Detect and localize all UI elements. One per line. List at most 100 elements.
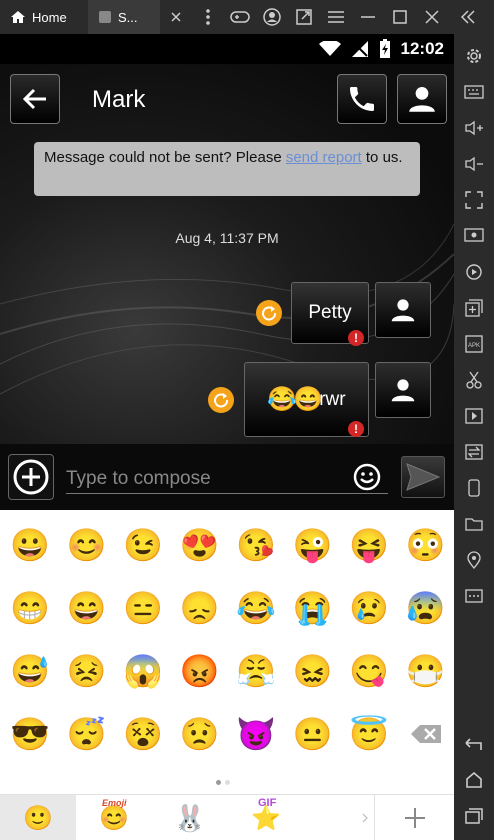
- emoji-toggle-button[interactable]: [352, 462, 382, 492]
- emoji-pack-label: Emoji: [102, 798, 127, 808]
- emoji-key[interactable]: 😍: [179, 524, 221, 566]
- tab-label-home: Home: [32, 9, 67, 25]
- screenshot-button[interactable]: [288, 0, 320, 34]
- emoji-key[interactable]: 😴: [66, 713, 108, 755]
- retry-send-button[interactable]: [208, 387, 234, 413]
- minimize-button[interactable]: [352, 0, 384, 34]
- contact-name: Mark: [92, 86, 146, 113]
- fullscreen-button[interactable]: [454, 182, 494, 218]
- menu-button[interactable]: [320, 0, 352, 34]
- home-nav-button[interactable]: [454, 762, 494, 798]
- emoji-pack-tab[interactable]: 😊 Emoji: [76, 795, 152, 840]
- sticker-tab[interactable]: 🐰: [152, 795, 228, 840]
- gif-tab[interactable]: ⭐ GIF: [228, 795, 304, 840]
- emoji-key[interactable]: 😈: [235, 713, 277, 755]
- emoji-glyph: 😁: [10, 590, 50, 626]
- volume-down-button[interactable]: [454, 146, 494, 182]
- cut-button[interactable]: [454, 362, 494, 398]
- emoji-key[interactable]: 😖: [292, 650, 334, 692]
- close-window-button[interactable]: [416, 0, 448, 34]
- emulator-tab-app[interactable]: S...: [88, 0, 160, 34]
- send-button[interactable]: [401, 456, 445, 498]
- emoji-key[interactable]: 😵: [122, 713, 164, 755]
- add-emoji-pack-button[interactable]: [374, 795, 454, 840]
- status-bar: 12:02: [0, 34, 454, 64]
- emoji-key[interactable]: 😰: [405, 587, 447, 629]
- emoji-key[interactable]: 😀: [9, 524, 51, 566]
- emoji-key[interactable]: 😅: [9, 650, 51, 692]
- sender-avatar[interactable]: [375, 362, 431, 418]
- replay-icon: [466, 264, 482, 280]
- retry-send-button[interactable]: [256, 300, 282, 326]
- emoji-key[interactable]: 😄: [66, 587, 108, 629]
- home-nav-icon: [466, 772, 482, 788]
- collapse-sidebar-button[interactable]: [452, 0, 484, 34]
- sync-button[interactable]: [454, 434, 494, 470]
- emulator-tab-home[interactable]: Home: [0, 0, 88, 34]
- emoji-key[interactable]: 😋: [348, 650, 390, 692]
- emoji-key[interactable]: 😱: [122, 650, 164, 692]
- recents-button[interactable]: [454, 798, 494, 834]
- conversation-header: Mark: [0, 64, 454, 134]
- tab-label-app: S...: [118, 9, 138, 25]
- gamepad-button[interactable]: [224, 0, 256, 34]
- screen-record-icon: [464, 228, 484, 242]
- maximize-button[interactable]: [384, 0, 416, 34]
- emoji-key[interactable]: 😊: [66, 524, 108, 566]
- emoji-key[interactable]: 😡: [179, 650, 221, 692]
- emoji-key[interactable]: 😜: [292, 524, 334, 566]
- install-apk-button[interactable]: APK: [454, 326, 494, 362]
- record-button[interactable]: [454, 218, 494, 254]
- sender-avatar[interactable]: [375, 282, 431, 338]
- emoji-key[interactable]: 😁: [9, 587, 51, 629]
- send-failed-badge: !: [348, 421, 364, 437]
- emoji-key[interactable]: 😉: [122, 524, 164, 566]
- emoji-key[interactable]: 😇: [348, 713, 390, 755]
- folder-button[interactable]: [454, 506, 494, 542]
- emoji-key[interactable]: 😷: [405, 650, 447, 692]
- replay-button[interactable]: [454, 254, 494, 290]
- smiley-tab-icon: 🙂: [23, 804, 53, 832]
- back-button[interactable]: [10, 74, 60, 124]
- emoji-key[interactable]: 😐: [292, 713, 334, 755]
- emoji-key[interactable]: 😎: [9, 713, 51, 755]
- more-menu-button[interactable]: [192, 0, 224, 34]
- more-tools-button[interactable]: [454, 578, 494, 614]
- smiley-tab[interactable]: 🙂: [0, 795, 76, 840]
- location-button[interactable]: [454, 542, 494, 578]
- emoji-key[interactable]: 😂: [235, 587, 277, 629]
- emoji-key[interactable]: 😭: [292, 587, 334, 629]
- emoji-key[interactable]: 😣: [66, 650, 108, 692]
- emoji-key[interactable]: 😝: [348, 524, 390, 566]
- emoji-key[interactable]: 😞: [179, 587, 221, 629]
- emoji-key[interactable]: 😟: [179, 713, 221, 755]
- call-button[interactable]: [337, 74, 387, 124]
- attach-button[interactable]: [8, 454, 54, 500]
- close-tab-button[interactable]: [160, 0, 192, 34]
- emoji-key[interactable]: 😑: [122, 587, 164, 629]
- emoji-key[interactable]: 😢: [348, 587, 390, 629]
- media-button[interactable]: [454, 398, 494, 434]
- contact-info-button[interactable]: [397, 74, 447, 124]
- back-button[interactable]: [454, 726, 494, 762]
- keyboard-button[interactable]: [454, 74, 494, 110]
- keyboard-icon: [464, 85, 484, 99]
- gamepad-icon: [230, 11, 250, 23]
- compose-input[interactable]: [66, 464, 388, 494]
- send-error-notice: Message could not be sent? Please send r…: [34, 142, 420, 196]
- settings-button[interactable]: [454, 38, 494, 74]
- rotate-button[interactable]: [454, 470, 494, 506]
- emoji-glyph: 😞: [179, 590, 220, 626]
- retry-icon: [214, 393, 228, 408]
- add-screen-button[interactable]: [454, 290, 494, 326]
- emoji-glyph: 😈: [236, 716, 276, 752]
- scroll-tabs-right[interactable]: [304, 795, 374, 840]
- emoji-key[interactable]: 😳: [405, 524, 447, 566]
- phone-icon: [468, 479, 480, 497]
- volume-up-button[interactable]: [454, 110, 494, 146]
- emoji-key[interactable]: 😤: [235, 650, 277, 692]
- emoji-key[interactable]: 😘: [235, 524, 277, 566]
- backspace-button[interactable]: [405, 713, 447, 755]
- account-button[interactable]: [256, 0, 288, 34]
- send-report-link[interactable]: send report: [286, 149, 362, 166]
